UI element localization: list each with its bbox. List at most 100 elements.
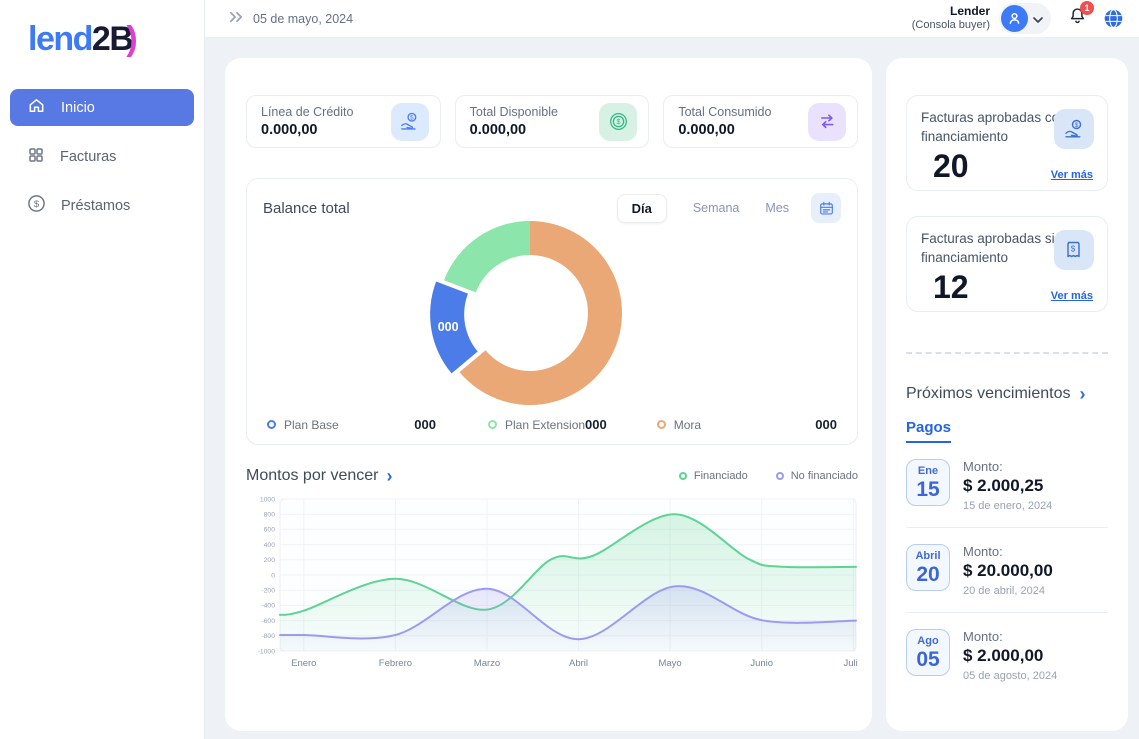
payment-month: Ene [907, 466, 949, 477]
approved-with-financing-card: Facturas aprobadas con financiamiento 20… [906, 95, 1108, 191]
notifications-button[interactable]: 1 [1067, 6, 1088, 32]
divider [906, 612, 1108, 613]
coin-icon: $ [599, 103, 637, 141]
breadcrumb: 05 de mayo, 2024 [229, 11, 353, 26]
upcoming-title: Próximos vencimientos [906, 385, 1071, 403]
svg-text:Junio: Junio [750, 658, 773, 669]
svg-text:-1000: -1000 [258, 648, 276, 655]
sidebar-item-label: Facturas [60, 149, 116, 165]
balance-title: Balance total [263, 200, 350, 217]
calendar-icon [818, 200, 835, 217]
area-legend: Financiado No financiado [679, 470, 858, 482]
payment-day: 05 [907, 649, 949, 670]
amount-label: Monto: [963, 459, 1052, 474]
legend-mora: Mora 000 [657, 417, 837, 432]
payment-date-badge: Ene 15 [906, 459, 950, 506]
dashboard-card: Línea de Crédito 0.000,00 $ T [225, 58, 872, 731]
topbar-actions: Lender (Consola buyer) [912, 3, 1125, 34]
svg-text:600: 600 [264, 527, 276, 534]
current-date: 05 de mayo, 2024 [253, 12, 353, 26]
svg-text:800: 800 [264, 512, 276, 519]
legend-value: 000 [585, 417, 607, 432]
legend-financiado: Financiado [679, 470, 748, 482]
payment-item: Abril 20 Monto: $ 20.000,00 20 de abril,… [906, 544, 1108, 597]
svg-text:Enero: Enero [291, 658, 316, 669]
stat-card-total-consumido: Total Consumido 0.000,00 [663, 95, 858, 148]
legend-label: Mora [674, 418, 701, 432]
calendar-button[interactable] [811, 193, 841, 223]
invoice-dollar-icon: $ [1054, 230, 1094, 270]
payment-date-badge: Ago 05 [906, 629, 950, 676]
payment-item: Ene 15 Monto: $ 2.000,25 15 de enero, 20… [906, 459, 1108, 512]
donut-legend: Plan Base 000 Plan Extension 000 Mora 00… [263, 417, 841, 432]
hand-coin-icon: $ [1054, 109, 1094, 149]
ver-mas-link[interactable]: Ver más [1051, 290, 1093, 302]
approval-title: Facturas aprobadas con financiamiento [921, 109, 1069, 147]
main-region: 05 de mayo, 2024 Lender (Consola buyer) [205, 0, 1139, 739]
svg-text:Mayo: Mayo [658, 658, 681, 669]
legend-plan-extension: Plan Extension 000 [488, 417, 607, 432]
stat-label: Línea de Crédito [261, 105, 353, 119]
svg-text:Abril: Abril [569, 658, 588, 669]
stat-value: 0.000,00 [678, 122, 771, 138]
divider [906, 527, 1108, 528]
svg-text:$: $ [616, 118, 620, 126]
montos-title: Montos por vencer [246, 467, 379, 485]
user-menu-button[interactable] [999, 3, 1051, 34]
legend-dot [679, 472, 687, 480]
montos-title-link[interactable]: Montos por vencer › [246, 467, 393, 485]
upcoming-payments-link[interactable]: Próximos vencimientos › [906, 385, 1108, 403]
payment-date-badge: Abril 20 [906, 544, 950, 591]
svg-text:$: $ [34, 199, 40, 210]
chevron-right-icon: › [387, 467, 393, 485]
legend-label: Plan Base [284, 418, 339, 432]
approved-without-financing-card: Facturas aprobadas sin financiamiento 12… [906, 216, 1108, 312]
notification-badge: 1 [1080, 1, 1094, 15]
svg-text:000: 000 [438, 320, 459, 334]
legend-label: No financiado [791, 470, 858, 482]
hand-coin-icon: $ [391, 103, 429, 141]
sidebar-toggle-icon[interactable] [229, 11, 244, 26]
user-name: Lender [912, 4, 990, 19]
svg-text:$: $ [1071, 245, 1076, 254]
payment-date: 20 de abril, 2024 [963, 585, 1053, 597]
montos-header: Montos por vencer › Financiado No financ… [246, 467, 858, 485]
legend-label: Plan Extension [505, 418, 585, 432]
sidebar-item-label: Inicio [61, 100, 95, 116]
sidebar-item-prestamos[interactable]: $ Préstamos [10, 187, 194, 224]
tab-mes[interactable]: Mes [765, 201, 789, 215]
ver-mas-link[interactable]: Ver más [1051, 169, 1093, 181]
payment-day: 15 [907, 479, 949, 500]
avatar [1001, 5, 1028, 32]
language-button[interactable] [1102, 7, 1125, 30]
sidebar: lend2B) Inicio Facturas [0, 0, 205, 739]
svg-text:$: $ [1075, 122, 1079, 129]
tab-dia[interactable]: Día [617, 194, 667, 223]
amount-value: $ 2.000,00 [963, 646, 1057, 666]
brand-logo: lend2B) [0, 0, 204, 59]
balance-donut-chart: 000 [263, 209, 841, 415]
svg-text:-400: -400 [261, 603, 275, 610]
swap-arrows-icon [808, 103, 846, 141]
svg-text:0: 0 [271, 572, 275, 579]
home-icon [27, 96, 46, 119]
balance-total-card: Balance total Día Semana Mes 000 [246, 178, 858, 445]
amount-value: $ 2.000,25 [963, 476, 1052, 496]
tab-pagos[interactable]: Pagos [906, 419, 951, 443]
user-info: Lender (Consola buyer) [912, 4, 990, 33]
right-panel: Facturas aprobadas con financiamiento 20… [886, 58, 1128, 731]
legend-dot [267, 420, 276, 429]
stats-row: Línea de Crédito 0.000,00 $ T [246, 95, 858, 148]
legend-dot [657, 420, 666, 429]
sidebar-item-facturas[interactable]: Facturas [10, 138, 194, 175]
svg-text:Febrero: Febrero [379, 658, 412, 669]
tab-semana[interactable]: Semana [693, 201, 740, 215]
legend-dot [488, 420, 497, 429]
payment-month: Abril [907, 551, 949, 562]
grid-icon [27, 146, 45, 168]
user-role: (Consola buyer) [912, 19, 990, 33]
svg-text:-800: -800 [261, 633, 275, 640]
svg-text:Julio: Julio [844, 658, 858, 669]
amount-value: $ 20.000,00 [963, 561, 1053, 581]
sidebar-item-inicio[interactable]: Inicio [10, 89, 194, 126]
